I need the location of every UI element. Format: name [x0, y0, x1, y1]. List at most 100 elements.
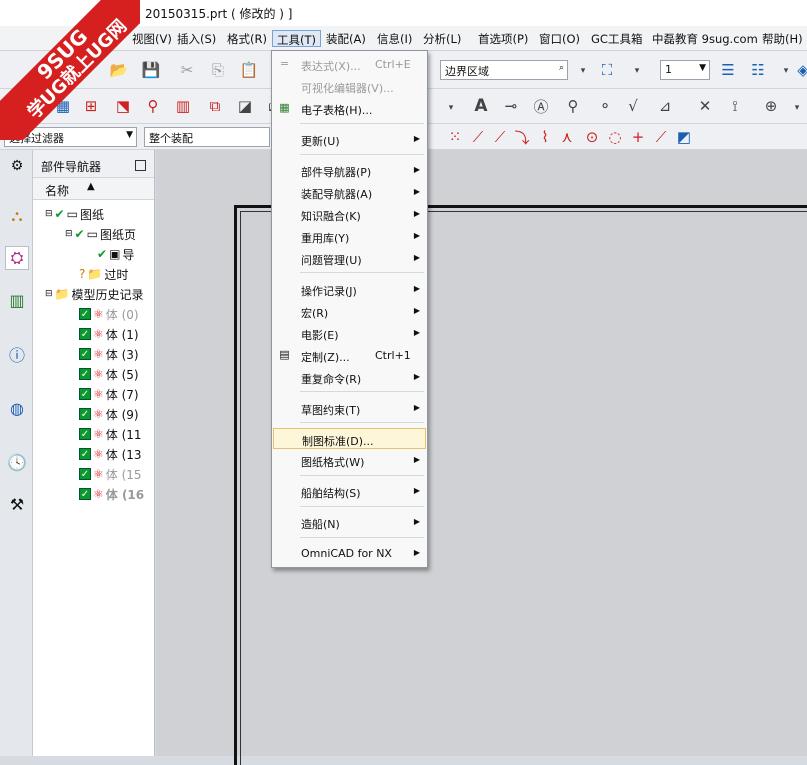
menu-item-drafting-standard[interactable]: 制图标准(D)... [273, 428, 426, 449]
menu-info[interactable]: 信息(I) [373, 30, 416, 47]
menu-format[interactable]: 格式(R) [223, 30, 271, 47]
menu-item-journal[interactable]: 操作记录(J) ▶ [273, 279, 426, 300]
menu-tools[interactable]: 工具(T) [272, 30, 321, 47]
cross-icon[interactable]: ✕ [694, 95, 716, 117]
menu-item-assembly-navigator[interactable]: 装配导航器(A) ▶ [273, 182, 426, 203]
menu-assembly[interactable]: 装配(A) [322, 30, 370, 47]
menu-view[interactable]: 视图(V) [128, 30, 176, 47]
menu-item-customize[interactable]: ▤ 定制(Z)... Ctrl+1 [273, 345, 426, 366]
menu-item-omnicad[interactable]: OmniCAD for NX ▶ [273, 543, 426, 564]
navigator-column-header[interactable]: 名称 ▲ [33, 178, 154, 200]
menu-gc-toolbox[interactable]: GC工具箱 [587, 30, 646, 47]
surface-finish-icon[interactable]: √ [622, 95, 644, 117]
section-view-icon[interactable]: ▥ [172, 95, 194, 117]
paste-icon[interactable]: 📋 [238, 59, 260, 81]
projected-view-icon[interactable]: ⬔ [112, 95, 134, 117]
menu-item-visual-editor[interactable]: 可视化编辑器(V)... [273, 76, 426, 97]
assembly-navigator-icon[interactable]: ⛬ [5, 204, 29, 228]
snap-face-icon[interactable]: ◩ [673, 126, 695, 148]
chevron-down-icon[interactable]: ▾ [440, 97, 462, 119]
menu-item-repeat-command[interactable]: 重复命令(R) ▶ [273, 367, 426, 388]
menu-item-expression[interactable]: = 表达式(X)... Ctrl+E [273, 54, 426, 75]
menu-item-reuse-library[interactable]: 重用库(Y) ▶ [273, 226, 426, 247]
tree-node-body[interactable]: ✓ ⚛ 体 (7) [79, 384, 139, 404]
id-symbol-icon[interactable]: Ⓐ [530, 95, 552, 117]
menu-item-sketch-constraints[interactable]: 草图约束(T) ▶ [273, 398, 426, 419]
snap-center-icon[interactable]: ⊙ [581, 126, 603, 148]
tree-node-body[interactable]: ✓ ⚛ 体 (15 [79, 464, 142, 484]
layers-icon[interactable]: ☰ [717, 59, 739, 81]
web-browser-icon[interactable]: ◍ [5, 396, 29, 420]
tree-node-body[interactable]: ✓ ⚛ 体 (0) [79, 304, 139, 324]
snap-curve-icon[interactable]: ⤵ [511, 126, 533, 148]
tree-node-body[interactable]: ✓ ⚛ 体 (1) [79, 324, 139, 344]
chevron-down-icon[interactable]: ▾ [626, 60, 648, 82]
layers-move-icon[interactable]: ☷ [747, 59, 769, 81]
tree-node-view[interactable]: ✔ ▣ 导 [97, 244, 134, 264]
chevron-down-icon[interactable]: ▾ [572, 60, 594, 82]
roles-icon[interactable]: ⚒ [5, 492, 29, 516]
intersection-icon[interactable]: ⟟ [724, 95, 746, 117]
menu-analysis[interactable]: 分析(L) [419, 30, 465, 47]
menu-item-macro[interactable]: 宏(R) ▶ [273, 301, 426, 322]
snap-end-icon[interactable]: ⟋ [467, 126, 489, 148]
copy-icon[interactable]: ⎘ [207, 59, 229, 81]
snap-point-icon[interactable]: + [627, 126, 649, 148]
base-view-icon[interactable]: ⊞ [80, 95, 102, 117]
note-icon[interactable]: A [470, 95, 492, 117]
cut-icon[interactable]: ✂ [176, 59, 198, 81]
menu-item-issue-management[interactable]: 问题管理(U) ▶ [273, 248, 426, 269]
open-folder-icon[interactable]: 📂 [108, 59, 130, 81]
history-clock-icon[interactable]: 🕓 [5, 450, 29, 474]
tree-node-body[interactable]: ✓ ⚛ 体 (9) [79, 404, 139, 424]
datum-target-icon[interactable]: ⚲ [562, 95, 584, 117]
snap-intersect-icon[interactable]: ⋏ [556, 126, 578, 148]
tree-node-body[interactable]: ✓ ⚛ 体 (11 [79, 424, 142, 444]
half-section-icon[interactable]: ◪ [234, 95, 256, 117]
menu-window[interactable]: 窗口(O) [535, 30, 584, 47]
snap-quadrant-icon[interactable]: ◌ [604, 126, 626, 148]
tree-node-model-history[interactable]: ⊟ 📁 模型历史记录 [45, 284, 144, 304]
filter-combo[interactable]: 选择过滤器 ▼ [4, 127, 137, 147]
info-icon[interactable]: ⓘ [5, 342, 29, 366]
part-navigator-icon[interactable]: ⛭ [5, 246, 29, 270]
menu-item-spreadsheet[interactable]: ▦ 电子表格(H)... [273, 98, 426, 119]
snap-control-icon[interactable]: ⌇ [534, 126, 556, 148]
tree-node-body[interactable]: ✓ ⚛ 体 (3) [79, 344, 139, 364]
break-view-icon[interactable]: ⧉ [204, 95, 226, 117]
dimension-icon[interactable]: ⊿ [654, 95, 676, 117]
menu-zhonglei[interactable]: 中磊教育 9sug.com [648, 30, 762, 47]
assembly-combo[interactable]: 整个装配 [144, 127, 270, 147]
gear-icon[interactable]: ⚙ [5, 154, 29, 178]
tree-node-outdated[interactable]: ? 📁 过时 [79, 264, 128, 284]
weld-icon[interactable]: ⚬ [594, 95, 616, 117]
crosshair-icon[interactable]: ⊕ [760, 95, 782, 117]
menu-item-movie[interactable]: 电影(E) ▶ [273, 323, 426, 344]
fit-view-icon[interactable]: ⛶ [596, 59, 618, 81]
tree-node-body[interactable]: ✓ ⚛ 体 (13 [79, 444, 142, 464]
tree-node-body[interactable]: ✓ ⚛ 体 (16 [79, 484, 144, 504]
menu-item-knowledge-fusion[interactable]: 知识融合(K) ▶ [273, 204, 426, 225]
snap-points-icon[interactable]: ⁙ [444, 126, 466, 148]
menu-item-update[interactable]: 更新(U) ▶ [273, 129, 426, 150]
chevron-down-icon[interactable]: ▾ [786, 97, 807, 119]
tree-node-drawing[interactable]: ⊟ ✔ ▭ 图纸 [45, 204, 104, 224]
tree-node-sheet[interactable]: ⊟ ✔ ▭ 图纸页 [65, 224, 136, 244]
menu-insert[interactable]: 插入(S) [173, 30, 220, 47]
menu-item-ship-structure[interactable]: 船舶结构(S) ▶ [273, 481, 426, 502]
graphics-window[interactable] [156, 150, 807, 765]
tree-node-body[interactable]: ✓ ⚛ 体 (5) [79, 364, 139, 384]
snap-mid-icon[interactable]: ⟋ [489, 126, 511, 148]
menu-help[interactable]: 帮助(H) [758, 30, 807, 47]
view-icon[interactable]: ▦ [52, 95, 74, 117]
menu-preferences[interactable]: 首选项(P) [474, 30, 532, 47]
detail-view-icon[interactable]: ⚲ [142, 95, 164, 117]
count-combo[interactable]: 1 ▼ [660, 60, 710, 80]
reuse-library-icon[interactable]: ▥ [5, 288, 29, 312]
label-icon[interactable]: ⊸ [500, 95, 522, 117]
menu-item-part-navigator[interactable]: 部件导航器(P) ▶ [273, 160, 426, 181]
save-icon[interactable]: 💾 [140, 59, 162, 81]
region-combo[interactable]: 边界区域 ⌕ [440, 60, 568, 80]
snap-line-icon[interactable]: ⟋ [650, 126, 672, 148]
menu-item-shipbuilding[interactable]: 造船(N) ▶ [273, 512, 426, 533]
